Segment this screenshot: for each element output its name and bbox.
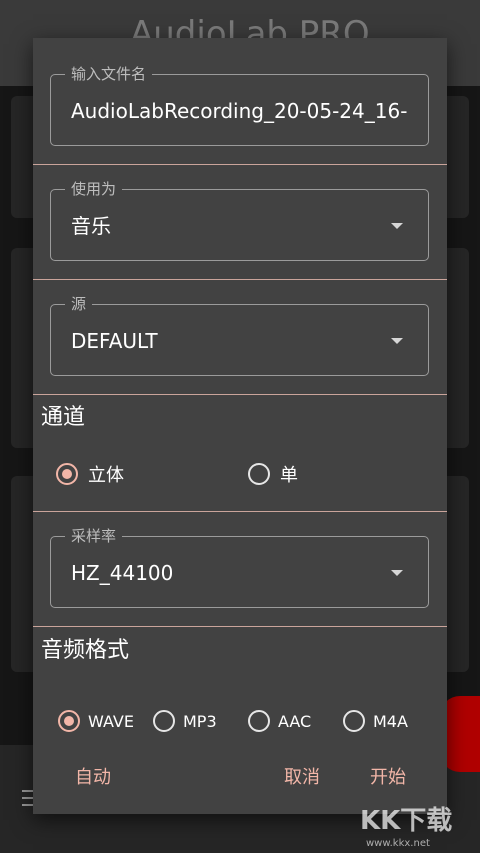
divider [33, 279, 447, 280]
dropdown-arrow-icon [391, 570, 403, 576]
format-radio-wave[interactable]: WAVE [58, 710, 134, 732]
format-radio-m4a[interactable]: M4A [343, 710, 408, 732]
channel-radio-stereo[interactable]: 立体 [56, 461, 124, 487]
sample-rate-label: 采样率 [65, 526, 123, 546]
radio-checked-icon [56, 463, 78, 485]
cancel-button[interactable]: 取消 [284, 766, 320, 790]
channel-heading: 通道 [41, 405, 86, 430]
format-option-label: WAVE [88, 711, 134, 731]
format-option-label: AAC [278, 711, 312, 731]
radio-unchecked-icon [248, 710, 270, 732]
radio-unchecked-icon [153, 710, 175, 732]
dropdown-arrow-icon [391, 338, 403, 344]
radio-unchecked-icon [343, 710, 365, 732]
source-value: DEFAULT [71, 329, 158, 353]
radio-unchecked-icon [248, 463, 270, 485]
format-radio-aac[interactable]: AAC [248, 710, 311, 732]
filename-label: 输入文件名 [65, 64, 153, 84]
use-as-value: 音乐 [71, 214, 111, 238]
audio-format-heading: 音频格式 [41, 638, 130, 663]
format-option-label: M4A [373, 711, 408, 731]
sample-rate-value: HZ_44100 [71, 561, 174, 585]
auto-button[interactable]: 自动 [75, 766, 111, 790]
filename-field[interactable]: 输入文件名 AudioLabRecording_20-05-24_16-28 [50, 64, 429, 146]
divider [33, 626, 447, 627]
divider [33, 164, 447, 165]
source-label: 源 [65, 294, 93, 314]
filename-input[interactable]: AudioLabRecording_20-05-24_16-28 [71, 97, 408, 125]
sample-rate-dropdown[interactable]: 采样率 HZ_44100 [50, 526, 429, 608]
format-option-label: MP3 [183, 711, 217, 731]
use-as-label: 使用为 [65, 179, 123, 199]
channel-option-label: 立体 [88, 465, 124, 486]
dropdown-arrow-icon [391, 223, 403, 229]
format-radio-mp3[interactable]: MP3 [153, 710, 217, 732]
divider [33, 394, 447, 395]
radio-checked-icon [58, 710, 80, 732]
channel-option-label: 单 [280, 465, 298, 486]
channel-radio-mono[interactable]: 单 [248, 461, 298, 487]
watermark-url: www.kkx.net [366, 838, 430, 849]
use-as-dropdown[interactable]: 使用为 音乐 [50, 179, 429, 261]
divider [33, 511, 447, 512]
start-button[interactable]: 开始 [370, 766, 406, 790]
source-dropdown[interactable]: 源 DEFAULT [50, 294, 429, 376]
recording-settings-dialog: 输入文件名 AudioLabRecording_20-05-24_16-28 使… [33, 38, 447, 814]
